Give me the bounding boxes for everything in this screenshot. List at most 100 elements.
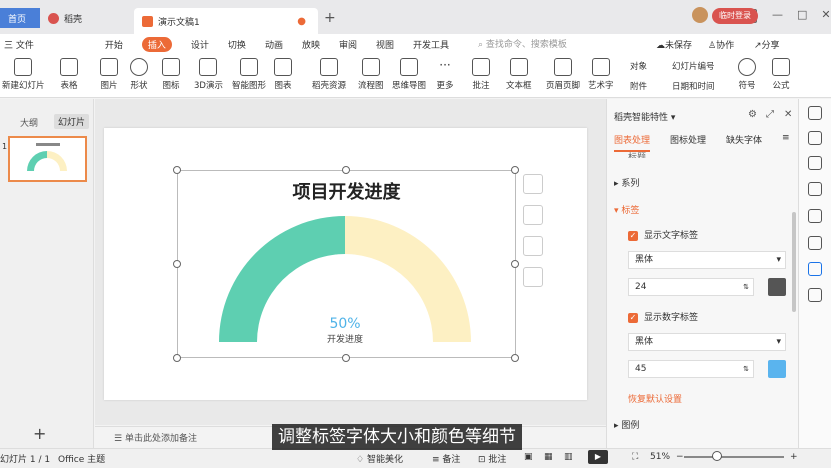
wordart-button[interactable]: 艺术字 bbox=[588, 58, 614, 91]
menu-file[interactable]: 三 文件 bbox=[4, 38, 34, 51]
command-search[interactable]: ⌕ 查找命令、搜索模板 bbox=[478, 37, 567, 50]
panel-scrollbar[interactable] bbox=[792, 212, 796, 312]
table-button[interactable]: 表格 bbox=[60, 58, 78, 91]
zoom-slider-knob[interactable] bbox=[712, 451, 722, 461]
text-font-select[interactable]: 黑体 ▾ bbox=[628, 251, 786, 269]
symbol-button[interactable]: 符号 bbox=[738, 58, 756, 91]
menu-transition[interactable]: 切换 bbox=[228, 38, 246, 51]
section-title[interactable]: 标题 bbox=[614, 150, 646, 158]
menu-design[interactable]: 设计 bbox=[191, 38, 209, 51]
section-label[interactable]: ▾ 标签 bbox=[614, 203, 639, 216]
gear-icon[interactable]: ⚙ bbox=[748, 109, 757, 120]
sliders-icon[interactable] bbox=[808, 106, 822, 120]
menu-developer[interactable]: 开发工具 bbox=[413, 38, 449, 51]
number-font-select[interactable]: 黑体 ▾ bbox=[628, 333, 786, 351]
resize-handle[interactable] bbox=[173, 354, 181, 362]
view-normal-icon[interactable]: ▣ bbox=[524, 452, 533, 462]
minimize-icon[interactable]: — bbox=[772, 8, 783, 21]
maximize-icon[interactable]: □ bbox=[797, 8, 807, 21]
close-icon[interactable]: ✕ bbox=[784, 109, 792, 120]
menu-icon[interactable]: ≡ bbox=[782, 133, 790, 152]
share-button[interactable]: ↗分享 bbox=[754, 38, 780, 51]
resize-handle[interactable] bbox=[173, 260, 181, 268]
3d-button[interactable]: 3D演示 bbox=[194, 58, 223, 91]
header-footer-button[interactable]: 页眉页脚 bbox=[546, 58, 580, 91]
mindmap-button[interactable]: 思维导图 bbox=[392, 58, 426, 91]
new-slide-button[interactable]: 新建幻灯片 bbox=[2, 58, 45, 91]
play-button[interactable]: ▶ bbox=[588, 450, 608, 464]
text-color-swatch[interactable] bbox=[768, 278, 786, 296]
layout-icon[interactable] bbox=[808, 209, 822, 223]
login-button[interactable]: 临时登录 bbox=[712, 8, 758, 24]
collab-button[interactable]: ♙协作 bbox=[708, 38, 734, 51]
fit-icon[interactable]: ⛶ bbox=[632, 452, 638, 462]
resize-handle[interactable] bbox=[342, 166, 350, 174]
section-series[interactable]: ▸ 系列 bbox=[614, 176, 639, 189]
number-color-swatch[interactable] bbox=[768, 360, 786, 378]
chart-settings-icon[interactable] bbox=[523, 174, 543, 194]
delete-icon[interactable] bbox=[523, 236, 543, 256]
resources-button[interactable]: 稻壳资源 bbox=[312, 58, 346, 91]
comment-button[interactable]: 批注 bbox=[472, 58, 490, 91]
tab-outline[interactable]: 大纲 bbox=[20, 116, 38, 129]
chart-button[interactable]: 图表 bbox=[274, 58, 292, 91]
notes-toggle-button[interactable]: ≡ 备注 bbox=[432, 452, 460, 465]
resize-handle[interactable] bbox=[511, 166, 519, 174]
tab-daoke[interactable]: 稻壳 bbox=[40, 6, 132, 30]
zoom-slider[interactable] bbox=[684, 456, 784, 458]
number-size-stepper[interactable]: 45 ⇅ bbox=[628, 360, 754, 378]
smart-feature-icon[interactable] bbox=[808, 262, 822, 276]
menu-animation[interactable]: 动画 bbox=[265, 38, 283, 51]
notes-placeholder[interactable]: ☰ 单击此处添加备注 bbox=[114, 431, 197, 444]
zoom-out-icon[interactable]: − bbox=[676, 452, 684, 462]
tab-document[interactable]: 演示文稿1 ● bbox=[134, 8, 318, 34]
chevron-down-icon[interactable]: ▾ bbox=[668, 113, 676, 123]
image-icon[interactable] bbox=[808, 236, 822, 250]
tab-missing-fonts[interactable]: 缺失字体 bbox=[726, 133, 762, 152]
tab-slides[interactable]: 幻灯片 bbox=[54, 114, 90, 129]
gauge-slice[interactable] bbox=[345, 216, 471, 342]
tab-icon-processing[interactable]: 图标处理 bbox=[670, 133, 706, 152]
slide-thumbnail[interactable] bbox=[8, 136, 87, 182]
cube-icon[interactable] bbox=[808, 288, 822, 302]
shape-button[interactable]: 形状 bbox=[130, 58, 148, 91]
formula-button[interactable]: 公式 bbox=[772, 58, 790, 91]
flowchart-button[interactable]: 流程图 bbox=[358, 58, 384, 91]
menu-insert[interactable]: 插入 bbox=[141, 36, 172, 52]
menu-home[interactable]: 开始 bbox=[105, 38, 123, 51]
smart-beautify-button[interactable]: ♢ 智能美化 bbox=[356, 452, 403, 465]
menu-view[interactable]: 视图 bbox=[376, 38, 394, 51]
picture-button[interactable]: 图片 bbox=[100, 58, 118, 91]
date-time-button[interactable]: 日期和时间 bbox=[672, 80, 715, 92]
sparkle-icon[interactable] bbox=[808, 156, 822, 170]
pin-icon[interactable]: ⤢ bbox=[766, 109, 774, 120]
tab-home[interactable]: 首页 bbox=[0, 8, 40, 28]
cursor-icon[interactable] bbox=[808, 131, 822, 145]
add-slide-button[interactable]: + bbox=[33, 424, 46, 443]
copy-icon[interactable] bbox=[808, 182, 822, 196]
smartart-button[interactable]: 智能图形 bbox=[232, 58, 266, 91]
zoom-in-icon[interactable]: + bbox=[790, 452, 798, 462]
text-size-stepper[interactable]: 24 ⇅ bbox=[628, 278, 754, 296]
new-tab-button[interactable]: + bbox=[324, 10, 336, 26]
resize-handle[interactable] bbox=[511, 260, 519, 268]
resize-handle[interactable] bbox=[173, 166, 181, 174]
more-button[interactable]: ··· 更多 bbox=[436, 58, 454, 91]
icon-button[interactable]: 图标 bbox=[162, 58, 180, 91]
attachment-button[interactable]: 附件 bbox=[630, 80, 647, 92]
view-grid-icon[interactable]: ▦ bbox=[544, 452, 553, 462]
menu-slideshow[interactable]: 放映 bbox=[302, 38, 320, 51]
chart-edit-icon[interactable] bbox=[523, 205, 543, 225]
view-reading-icon[interactable]: ▥ bbox=[564, 452, 573, 462]
show-number-label-checkbox[interactable]: ✓ 显示数字标签 bbox=[628, 310, 698, 323]
object-button[interactable]: 对象 bbox=[630, 60, 647, 72]
gauge-slice[interactable] bbox=[219, 216, 345, 342]
gauge-chart[interactable]: 50%开发进度 bbox=[205, 210, 485, 350]
comments-toggle-button[interactable]: ⊡ 批注 bbox=[478, 452, 506, 465]
resize-handle[interactable] bbox=[342, 354, 350, 362]
reset-defaults-link[interactable]: 恢复默认设置 bbox=[628, 392, 682, 405]
zoom-level[interactable]: 51% bbox=[650, 452, 670, 462]
section-legend[interactable]: ▸ 图例 bbox=[614, 418, 639, 431]
textbox-button[interactable]: 文本框 bbox=[506, 58, 532, 91]
lightbulb-icon[interactable] bbox=[523, 267, 543, 287]
